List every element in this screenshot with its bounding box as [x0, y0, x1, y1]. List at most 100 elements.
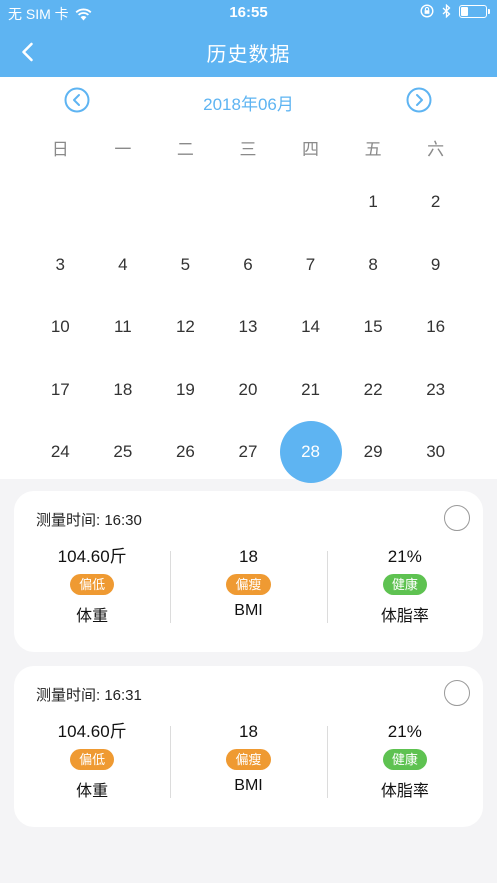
- calendar-day[interactable]: 1: [342, 171, 405, 234]
- calendar-day[interactable]: 10: [29, 296, 92, 359]
- calendar-day[interactable]: 19: [154, 359, 217, 422]
- metric-value: 104.60斤: [57, 722, 127, 741]
- metric-column: 104.60斤 偏低体重: [14, 720, 170, 800]
- calendar-day[interactable]: 20: [217, 359, 280, 422]
- calendar-day-number: 2: [430, 192, 441, 212]
- status-badge: 健康: [382, 749, 427, 770]
- status-right: [420, 4, 490, 18]
- calendar-day[interactable]: 6: [217, 234, 280, 297]
- status-badge: 偏低: [70, 574, 115, 595]
- header: 无 SIM 卡 16:55 历史数据: [0, 0, 497, 77]
- calendar-day-selected[interactable]: 28: [279, 421, 342, 484]
- calendar-day-number: 7: [305, 254, 316, 274]
- calendar-day-number: 21: [301, 379, 320, 399]
- select-circle-icon[interactable]: [444, 680, 470, 706]
- calendar-day-number: 12: [175, 317, 195, 337]
- calendar-day-number: 5: [180, 254, 191, 274]
- calendar-day-number: 16: [426, 317, 446, 337]
- calendar-day[interactable]: 18: [92, 359, 155, 422]
- calendar-day-number: 14: [301, 317, 320, 337]
- metric-label: 体重: [76, 783, 109, 800]
- metric-label: 体脂率: [380, 608, 429, 625]
- record-card: 测量时间: 16:31 104.60斤 偏低 体重 18 偏瘦 BMI 21% 健康 体脂率: [14, 666, 483, 827]
- calendar-day[interactable]: 13: [217, 296, 280, 359]
- calendar-day-number: 1: [368, 192, 378, 212]
- calendar-day[interactable]: 14: [279, 296, 342, 359]
- calendar-day[interactable]: 22: [342, 359, 405, 422]
- page-title: 历史数据: [206, 44, 291, 66]
- calendar-day[interactable]: 21: [279, 359, 342, 422]
- calendar-day[interactable]: 9: [404, 234, 467, 297]
- weekday-label: 五: [364, 140, 382, 159]
- calendar-day[interactable]: 27: [217, 421, 280, 484]
- calendar-day[interactable]: 8: [342, 234, 405, 297]
- calendar-day[interactable]: 23: [404, 359, 467, 422]
- calendar-day[interactable]: 26: [154, 421, 217, 484]
- calendar-day-number: 3: [55, 254, 66, 274]
- calendar-day-number: 13: [238, 317, 258, 337]
- nav-bar: 历史数据: [0, 26, 497, 77]
- calendar-day[interactable]: 7: [279, 234, 342, 297]
- metric-label: 体脂率: [380, 783, 429, 800]
- calendar-day-number: 8: [368, 254, 378, 274]
- month-bar: 2018年06月: [0, 87, 497, 114]
- weekday-label: 日: [51, 140, 69, 159]
- calendar-blank: [92, 171, 155, 234]
- measure-time: 测量时间: 16:30: [36, 512, 142, 529]
- calendar-day[interactable]: 17: [29, 359, 92, 422]
- status-badge: 偏瘦: [226, 749, 271, 770]
- calendar-blank: [279, 171, 342, 234]
- metric-value: 18: [239, 547, 258, 566]
- calendar-day[interactable]: 30: [404, 421, 467, 484]
- calendar-day-number: 29: [363, 442, 383, 462]
- calendar-blank: [154, 171, 217, 234]
- weekday-label: 三: [239, 140, 257, 159]
- calendar-day-number: 11: [114, 317, 132, 337]
- next-month-icon[interactable]: [406, 87, 432, 113]
- weekday-label: 四: [302, 140, 320, 159]
- status-badge: 偏瘦: [226, 574, 271, 595]
- calendar-day[interactable]: 16: [404, 296, 467, 359]
- metric-badge-wrap: 偏低: [14, 744, 170, 770]
- metric-badge-wrap: 偏瘦: [170, 744, 326, 770]
- calendar-day[interactable]: 11: [92, 296, 155, 359]
- metric-label: BMI: [234, 602, 263, 619]
- calendar-day[interactable]: 25: [92, 421, 155, 484]
- calendar-day[interactable]: 12: [154, 296, 217, 359]
- calendar-day[interactable]: 3: [29, 234, 92, 297]
- calendar-day-number: 23: [426, 379, 446, 399]
- metric-column: 18 偏瘦 BMI: [170, 545, 326, 625]
- calendar: 2018年06月 日一二三四五六 1 2 3 4 5 6 7 8 9 10 11 12 13 14 15 16…: [0, 77, 497, 484]
- calendar-day[interactable]: 24: [29, 421, 92, 484]
- calendar-day-number: 22: [363, 379, 383, 399]
- calendar-day[interactable]: 29: [342, 421, 405, 484]
- calendar-day-number: 26: [175, 442, 195, 462]
- calendar-day-number: 30: [426, 442, 446, 462]
- weekday-label: 六: [427, 140, 445, 159]
- metric-badge-wrap: 偏低: [14, 569, 170, 595]
- calendar-day-number: 10: [50, 317, 70, 337]
- calendar-day-number: 28: [279, 421, 342, 484]
- bluetooth-icon: [442, 4, 451, 18]
- metric-value: 21%: [387, 722, 422, 741]
- select-circle-icon[interactable]: [444, 505, 470, 531]
- calendar-day[interactable]: 15: [342, 296, 405, 359]
- calendar-day[interactable]: 4: [92, 234, 155, 297]
- calendar-blank: [29, 171, 92, 234]
- orientation-lock-icon: [420, 4, 434, 18]
- metric-value: 21%: [387, 547, 422, 566]
- status-badge: 偏低: [70, 749, 115, 770]
- calendar-day-number: 17: [50, 379, 70, 399]
- battery-icon: [459, 4, 490, 18]
- day-grid: 1 2 3 4 5 6 7 8 9 10 11 12 13 14 15 16 17 18 19 20 21 22 23 24 2…: [29, 171, 467, 484]
- calendar-day-number: 24: [50, 442, 70, 462]
- metric-badge-wrap: 偏瘦: [170, 569, 326, 595]
- weekday-header: 日一二三四五六: [29, 135, 467, 159]
- weekday-label: 二: [176, 140, 194, 159]
- calendar-day[interactable]: 2: [404, 171, 467, 234]
- calendar-day[interactable]: 5: [154, 234, 217, 297]
- calendar-day-number: 4: [118, 254, 128, 274]
- calendar-day-number: 19: [175, 379, 195, 399]
- metrics-row: 104.60斤 偏低 体重 18 偏瘦 BMI 21% 健康 体脂率: [14, 545, 483, 625]
- calendar-day-number: 6: [243, 254, 253, 274]
